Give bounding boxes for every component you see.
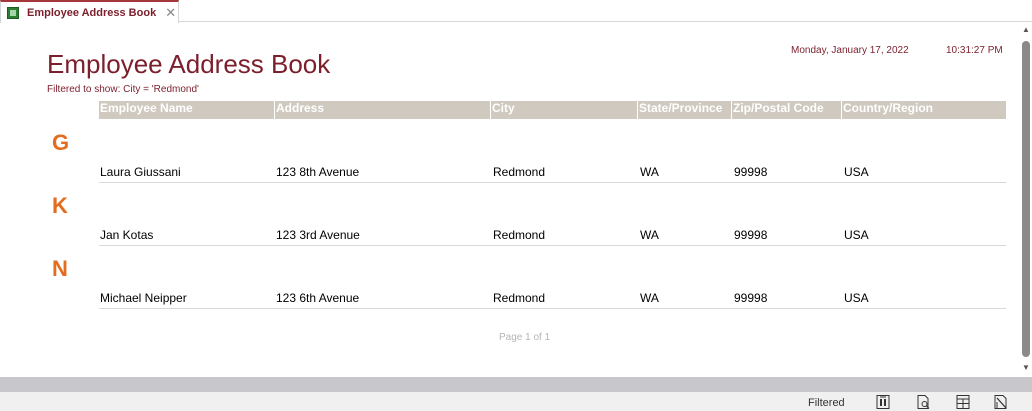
group-header-letter: K bbox=[52, 193, 68, 218]
cell-country: USA bbox=[844, 291, 869, 305]
cell-country: USA bbox=[844, 228, 869, 242]
cell-employee-name: Michael Neipper bbox=[100, 291, 187, 305]
scroll-down-arrow-icon[interactable]: ▼ bbox=[1022, 363, 1030, 372]
report-title: Employee Address Book bbox=[47, 49, 331, 79]
report-canvas: Employee Address Book Filtered to show: … bbox=[0, 23, 1020, 377]
cell-employee-name: Jan Kotas bbox=[100, 228, 154, 242]
report-date: Monday, January 17, 2022 bbox=[791, 45, 909, 56]
cell-address: 123 3rd Avenue bbox=[276, 228, 360, 242]
cell-zip: 99998 bbox=[734, 228, 768, 242]
cell-employee-name: Laura Giussani bbox=[100, 165, 181, 179]
filter-status: Filtered bbox=[808, 397, 845, 409]
cell-state: WA bbox=[640, 165, 659, 179]
close-icon[interactable]: ✕ bbox=[165, 6, 176, 19]
column-header-employee-name: Employee Name bbox=[100, 101, 193, 115]
column-header-city: City bbox=[492, 101, 515, 115]
row-divider bbox=[99, 182, 1006, 183]
cell-city: Redmond bbox=[493, 291, 546, 305]
group-header-letter: G bbox=[52, 130, 70, 155]
scroll-up-arrow-icon[interactable]: ▲ bbox=[1022, 25, 1030, 34]
report-time: 10:31:27 PM bbox=[946, 45, 1003, 56]
report-icon bbox=[7, 6, 19, 19]
layout-view-icon[interactable] bbox=[953, 394, 973, 410]
cell-state: WA bbox=[640, 291, 659, 305]
design-view-icon[interactable] bbox=[991, 394, 1011, 410]
report-view-icon[interactable] bbox=[873, 394, 893, 410]
status-bar: Filtered bbox=[0, 392, 1032, 411]
cell-country: USA bbox=[844, 165, 869, 179]
page-number-footer: Page 1 of 1 bbox=[499, 332, 551, 343]
cell-city: Redmond bbox=[493, 228, 546, 242]
column-header-zip: Zip/Postal Code bbox=[733, 101, 824, 115]
tab-employee-address-book[interactable]: Employee Address Book ✕ bbox=[0, 0, 179, 23]
horizontal-band bbox=[0, 377, 1032, 392]
cell-zip: 99998 bbox=[734, 291, 768, 305]
print-preview-icon[interactable] bbox=[913, 394, 933, 410]
group-header-letter: N bbox=[52, 256, 68, 281]
column-header-country: Country/Region bbox=[843, 101, 933, 115]
column-header-state: State/Province bbox=[639, 101, 723, 115]
cell-address: 123 6th Avenue bbox=[276, 291, 360, 305]
row-divider bbox=[99, 245, 1006, 246]
tab-label: Employee Address Book bbox=[27, 6, 157, 19]
scrollbar-thumb[interactable] bbox=[1022, 41, 1030, 357]
row-divider bbox=[99, 308, 1006, 309]
filter-note: Filtered to show: City = 'Redmond' bbox=[47, 84, 199, 95]
column-header-bar: Employee Name Address City State/Provinc… bbox=[99, 101, 1006, 119]
cell-address: 123 8th Avenue bbox=[276, 165, 360, 179]
vertical-scrollbar[interactable]: ▲ ▼ bbox=[1020, 23, 1032, 377]
column-header-address: Address bbox=[276, 101, 325, 115]
document-tab-strip: Employee Address Book ✕ bbox=[0, 0, 1032, 23]
cell-city: Redmond bbox=[493, 165, 546, 179]
cell-zip: 99998 bbox=[734, 165, 768, 179]
cell-state: WA bbox=[640, 228, 659, 242]
